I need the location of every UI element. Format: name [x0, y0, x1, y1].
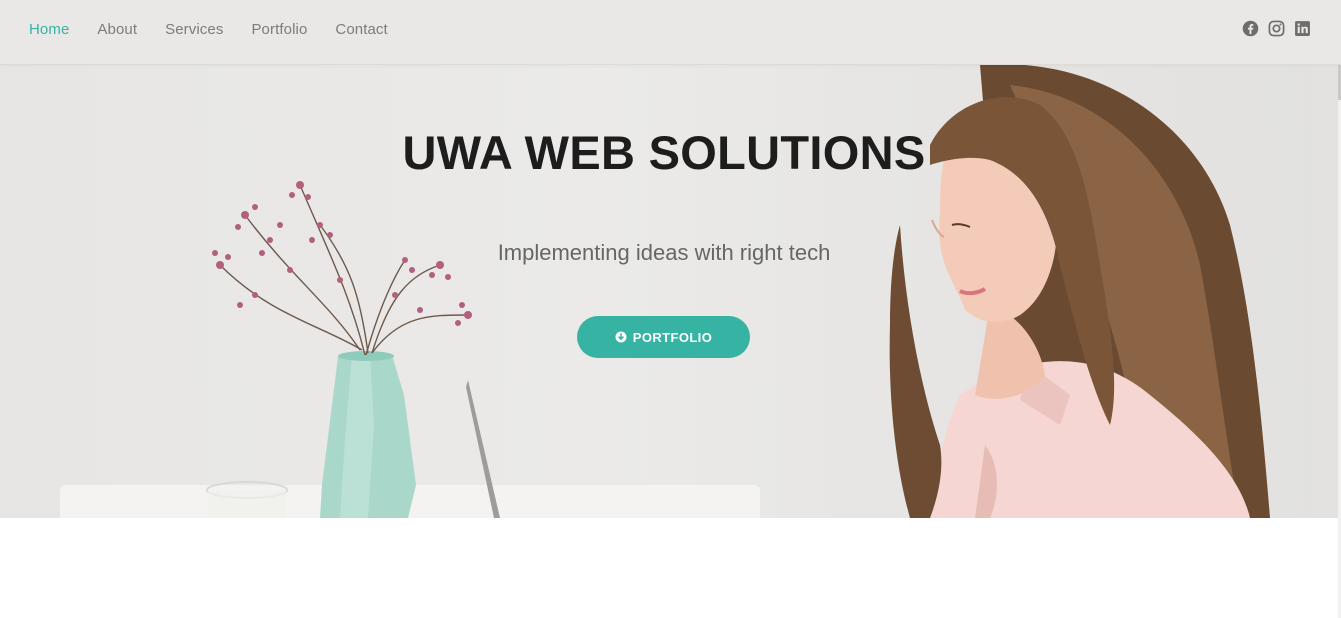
nav-item-services[interactable]: Services [165, 21, 223, 38]
flower-branches-icon [219, 184, 469, 356]
social-links [1242, 20, 1311, 37]
nav-item-about[interactable]: About [97, 21, 137, 38]
portfolio-button-label: PORTFOLIO [632, 329, 713, 345]
arrow-circle-down-icon [615, 331, 627, 343]
facebook-icon[interactable] [1242, 20, 1259, 37]
nav-item-portfolio[interactable]: Portfolio [251, 21, 307, 38]
hero-subtitle: Implementing ideas with right tech [497, 240, 831, 265]
vase-icon [320, 351, 416, 518]
nav-item-home[interactable]: Home [29, 21, 69, 38]
instagram-icon[interactable] [1268, 20, 1285, 37]
top-navbar: Home About Services Portfolio Contact [0, 0, 1341, 65]
hero-title: UWA WEB SOLUTIONS [402, 126, 926, 179]
nav-item-contact[interactable]: Contact [335, 21, 387, 38]
nav-menu: Home About Services Portfolio Contact [29, 0, 388, 58]
hero-section: UWA WEB SOLUTIONS Implementing ideas wit… [0, 65, 1338, 518]
portfolio-button[interactable]: PORTFOLIO [577, 316, 750, 358]
linkedin-icon[interactable] [1294, 20, 1311, 37]
